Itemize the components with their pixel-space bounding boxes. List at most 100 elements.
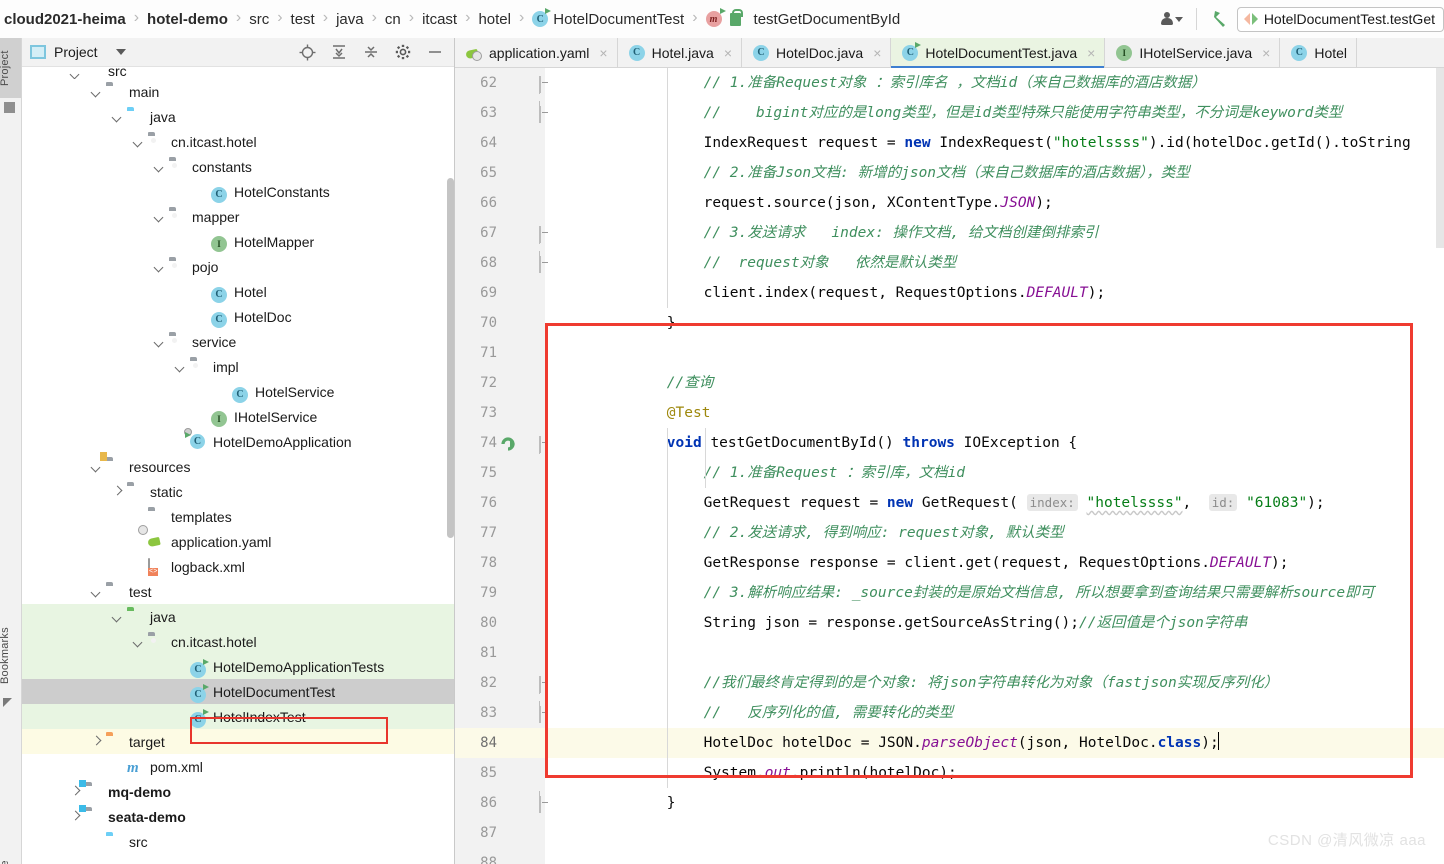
tree-node-pojo[interactable]: pojo	[22, 254, 454, 279]
tree-node-templates[interactable]: templates	[22, 504, 454, 529]
chevron-down-icon[interactable]	[133, 136, 144, 147]
code-line[interactable]: // 反序列化的值, 需要转化的类型	[545, 698, 1444, 728]
code-line[interactable]: // 1.准备Request对象 ：索引库名 ，文档id（来自己数据库的酒店数据…	[545, 68, 1444, 98]
gutter-line[interactable]: 67	[455, 218, 545, 248]
chevron-down-icon[interactable]	[112, 111, 123, 122]
code-line[interactable]: // 2.发送请求, 得到响应: request对象, 默认类型	[545, 518, 1444, 548]
gutter-line[interactable]: 68	[455, 248, 545, 278]
gutter-line[interactable]: 64	[455, 128, 545, 158]
user-account-icon[interactable]	[1160, 9, 1186, 29]
project-tree[interactable]: src main java cn.itcast.hotel constants C Hote…	[22, 67, 454, 864]
tree-node-java[interactable]: java	[22, 604, 454, 629]
tool-window-tab-structure[interactable]: ture	[0, 838, 21, 864]
close-icon[interactable]: ×	[599, 46, 607, 60]
chevron-down-icon[interactable]	[133, 636, 144, 647]
gutter-line[interactable]: 86	[455, 788, 545, 818]
tree-node-java[interactable]: java	[22, 104, 454, 129]
gutter-line[interactable]: 81	[455, 638, 545, 668]
chevron-down-icon[interactable]	[154, 161, 165, 172]
breadcrumb-item-java[interactable]: java	[334, 11, 366, 28]
project-tree-scrollbar[interactable]	[447, 178, 454, 538]
code-line[interactable]: GetResponse response = client.get(reques…	[545, 548, 1444, 578]
breadcrumb-item-src[interactable]: src	[247, 11, 271, 28]
editor-tab-hoteldocumenttest-java[interactable]: C HotelDocumentTest.java ×	[891, 38, 1106, 68]
editor-vertical-scrollbar[interactable]	[1436, 68, 1444, 248]
gutter-line[interactable]: 88	[455, 848, 545, 864]
chevron-down-icon[interactable]	[91, 86, 102, 97]
breadcrumb-item-cn[interactable]: cn	[383, 11, 403, 28]
back-arrow-icon[interactable]	[1207, 7, 1231, 31]
code-editor[interactable]: 62 63 64 65 66 67 68 69 70 71 72 73 74 75 76 77 78 79 80 81…	[455, 68, 1444, 864]
tool-window-tab-project[interactable]: Project	[0, 38, 21, 98]
chevron-down-icon[interactable]	[154, 211, 165, 222]
code-line[interactable]: request.source(json, XContentType.JSON);	[545, 188, 1444, 218]
code-line[interactable]: System.out.println(hotelDoc);	[545, 758, 1444, 788]
code-line[interactable]: // 2.准备Json文档: 新增的json文档（来自己数据库的酒店数据），类型	[545, 158, 1444, 188]
gutter-line[interactable]: 65	[455, 158, 545, 188]
breadcrumb-item-module[interactable]: hotel-demo	[145, 11, 230, 28]
tree-node-logback-xml[interactable]: logback.xml	[22, 554, 454, 579]
code-line[interactable]: //查询	[545, 368, 1444, 398]
breadcrumb-item-method[interactable]: m testGetDocumentById	[704, 8, 903, 28]
editor-gutter[interactable]: 62 63 64 65 66 67 68 69 70 71 72 73 74 75 76 77 78 79 80 81…	[455, 68, 545, 864]
tree-node-constants[interactable]: constants	[22, 154, 454, 179]
code-line[interactable]: // 1.准备Request ：索引库，文档id	[545, 458, 1444, 488]
chevron-right-icon[interactable]	[112, 486, 123, 497]
project-panel-title-group[interactable]: Project	[30, 44, 126, 60]
gutter-line[interactable]: 78	[455, 548, 545, 578]
code-line[interactable]: void testGetDocumentById() throws IOExce…	[545, 428, 1444, 458]
expand-all-icon[interactable]	[330, 43, 348, 61]
gutter-line[interactable]: 74	[455, 428, 545, 458]
code-line[interactable]: // 3.发送请求 index: 操作文档, 给文档创建倒排索引	[545, 218, 1444, 248]
gutter-line[interactable]: 83	[455, 698, 545, 728]
chevron-right-icon[interactable]	[70, 786, 81, 797]
gutter-line[interactable]: 84	[455, 728, 545, 758]
breadcrumb-item-test[interactable]: test	[289, 11, 317, 28]
tree-node-hotelservice[interactable]: C HotelService	[22, 379, 454, 404]
tree-node-cn-itcast-hotel[interactable]: cn.itcast.hotel	[22, 129, 454, 154]
editor-tab-bar[interactable]: application.yaml × C Hotel.java × C HotelDoc.j…	[455, 38, 1444, 68]
tree-node-src[interactable]: src	[22, 67, 454, 79]
editor-tab-hotel[interactable]: C Hotel	[1280, 38, 1358, 67]
code-line[interactable]: GetRequest request = new GetRequest( ind…	[545, 488, 1444, 518]
tree-node-main[interactable]: main	[22, 79, 454, 104]
gutter-line[interactable]: 85	[455, 758, 545, 788]
code-line[interactable]: HotelDoc hotelDoc = JSON.parseObject(jso…	[545, 728, 1444, 758]
locate-icon[interactable]	[298, 43, 316, 61]
tree-node-cn-itcast-hotel[interactable]: cn.itcast.hotel	[22, 629, 454, 654]
chevron-down-icon[interactable]	[115, 49, 126, 55]
gutter-line[interactable]: 77	[455, 518, 545, 548]
code-line[interactable]	[545, 848, 1444, 864]
code-line[interactable]: String json = response.getSourceAsString…	[545, 608, 1444, 638]
tool-window-handle[interactable]	[4, 102, 15, 113]
code-line[interactable]: IndexRequest request = new IndexRequest(…	[545, 128, 1444, 158]
code-line[interactable]: }	[545, 308, 1444, 338]
gutter-line[interactable]: 66	[455, 188, 545, 218]
tree-node-pom-xml[interactable]: m pom.xml	[22, 754, 454, 779]
tree-node-service[interactable]: service	[22, 329, 454, 354]
chevron-down-icon[interactable]	[91, 586, 102, 597]
tree-node-src[interactable]: src	[22, 829, 454, 854]
editor-code-area[interactable]: // 1.准备Request对象 ：索引库名 ，文档id（来自己数据库的酒店数据…	[545, 68, 1444, 864]
chevron-right-icon[interactable]	[91, 736, 102, 747]
close-icon[interactable]: ×	[724, 46, 732, 60]
code-line[interactable]	[545, 338, 1444, 368]
code-line[interactable]: client.index(request, RequestOptions.DEF…	[545, 278, 1444, 308]
gutter-line[interactable]: 73	[455, 398, 545, 428]
editor-tab-hoteldoc-java[interactable]: C HotelDoc.java ×	[742, 38, 892, 67]
breadcrumb-item-class[interactable]: C HotelDocumentTest	[530, 8, 686, 28]
chevron-down-icon[interactable]	[175, 361, 186, 372]
editor-tab-ihotelservice-java[interactable]: I IHotelService.java ×	[1105, 38, 1281, 67]
tree-node-hotelconstants[interactable]: C HotelConstants	[22, 179, 454, 204]
tree-node-hotelmapper[interactable]: I HotelMapper	[22, 229, 454, 254]
tree-node-impl[interactable]: impl	[22, 354, 454, 379]
chevron-down-icon[interactable]	[154, 336, 165, 347]
close-icon[interactable]: ×	[873, 46, 881, 60]
breadcrumb-item-itcast[interactable]: itcast	[420, 11, 459, 28]
gear-icon[interactable]	[394, 43, 412, 61]
code-line[interactable]	[545, 638, 1444, 668]
gutter-line[interactable]: 63	[455, 98, 545, 128]
code-line[interactable]: @Test	[545, 398, 1444, 428]
chevron-down-icon[interactable]	[112, 611, 123, 622]
gutter-line[interactable]: 62	[455, 68, 545, 98]
